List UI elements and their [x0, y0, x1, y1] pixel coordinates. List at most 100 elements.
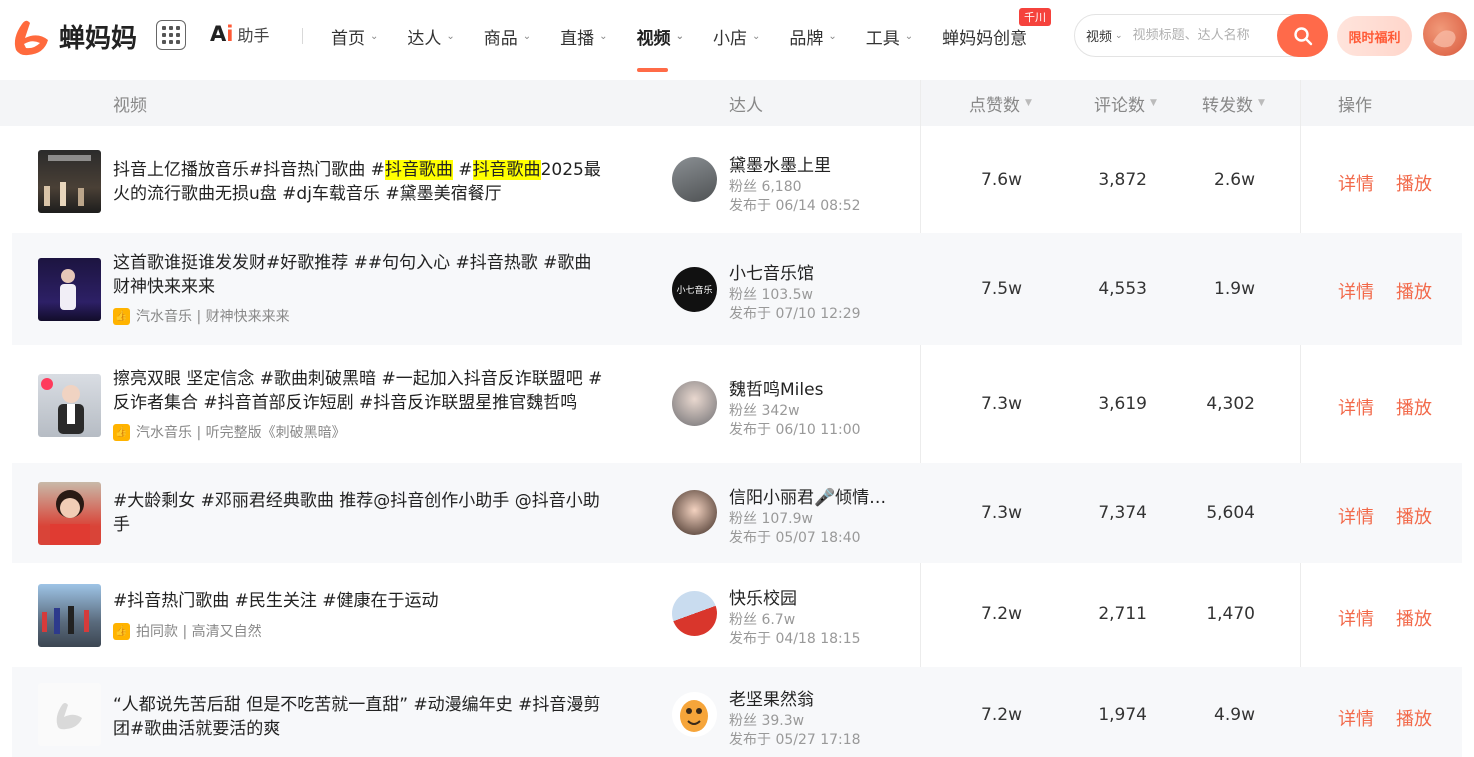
table-header: 视频 达人 点赞数 ▼ 评论数 ▼ 转发数 ▼ 操作 [0, 80, 1474, 126]
comments-count: 2,711 [1098, 604, 1147, 624]
kol-name[interactable]: 信阳小丽君🎤倾情… [729, 483, 886, 508]
nav-creative[interactable]: 蝉妈妈创意 [942, 0, 1027, 72]
main-nav: 首页 ⌄ 达人 ⌄ 商品 ⌄ 直播 ⌄ 视频 ⌄ 小店 ⌄ 品牌 ⌄ 工具 ⌄ 蝉妈妈创意 [331, 0, 1056, 72]
music-tag[interactable]: 👍 拍同款 | 高清又自然 [113, 621, 262, 641]
search-type-select[interactable]: 视频 ⌄ [1086, 26, 1123, 45]
kol-avatar[interactable] [672, 157, 717, 202]
video-title[interactable]: 这首歌谁挺谁发发财#好歌推荐 ##句句入心 #抖音热歌 #歌曲财神快来来来 [113, 251, 603, 299]
music-tag[interactable]: 👍 汽水音乐 | 财神快来来来 [113, 306, 290, 326]
table-row: #抖音热门歌曲 #民生关注 #健康在于运动 👍 拍同款 | 高清又自然 快乐校园 … [12, 565, 1462, 665]
play-link[interactable]: 播放 [1396, 605, 1432, 631]
shares-count: 5,604 [1206, 503, 1255, 523]
kol-avatar[interactable] [672, 591, 717, 636]
video-title[interactable]: #大龄剩女 #邓丽君经典歌曲 推荐@抖音创作小助手 @抖音小助手 [113, 489, 603, 537]
play-link[interactable]: 播放 [1396, 705, 1432, 731]
thumbnail-image [44, 155, 91, 206]
detail-link[interactable]: 详情 [1338, 170, 1374, 196]
header-comments[interactable]: 评论数 ▼ [1094, 80, 1157, 126]
kol-name[interactable]: 快乐校园 [729, 584, 797, 609]
video-title[interactable]: 抖音上亿播放音乐#抖音热门歌曲 #抖音歌曲 #抖音歌曲2025最火的流行歌曲无损… [113, 158, 603, 206]
play-link[interactable]: 播放 [1396, 278, 1432, 304]
detail-link[interactable]: 详情 [1338, 394, 1374, 420]
thumbs-up-icon: 👍 [113, 307, 130, 325]
kol-name[interactable]: 小七音乐馆 [729, 259, 814, 284]
table-row: #大龄剩女 #邓丽君经典歌曲 推荐@抖音创作小助手 @抖音小助手 信阳小丽君🎤倾… [12, 463, 1462, 563]
detail-link[interactable]: 详情 [1338, 278, 1374, 304]
shares-count: 1,470 [1206, 604, 1255, 624]
kol-name[interactable]: 黛墨水墨上里 [729, 151, 831, 176]
brand-name: 蝉妈妈 [59, 23, 138, 54]
cicada-logo-icon [14, 20, 48, 55]
comments-count: 4,553 [1098, 279, 1147, 299]
nav-goods[interactable]: 商品 ⌄ [484, 0, 531, 72]
kol-fans: 粉丝 103.5w [729, 287, 813, 303]
kol-fans: 粉丝 6.7w [729, 612, 796, 628]
limited-offer-button[interactable]: 限时福利 [1337, 16, 1412, 56]
nav-video[interactable]: 视频 ⌄ [636, 0, 684, 72]
publish-time: 发布于 05/07 18:40 [729, 530, 861, 546]
thumbs-up-icon: 👍 [113, 622, 130, 640]
video-thumbnail[interactable] [38, 374, 101, 437]
kol-avatar[interactable] [672, 381, 717, 426]
nav-kol[interactable]: 达人 ⌄ [407, 0, 454, 72]
detail-link[interactable]: 详情 [1338, 705, 1374, 731]
sort-down-icon: ▼ [1150, 98, 1157, 108]
nav-shop[interactable]: 小店 ⌄ [713, 0, 760, 72]
avatar-text: 小七音乐 [676, 286, 713, 296]
video-thumbnail[interactable] [38, 258, 101, 321]
brand-logo[interactable]: 蝉妈妈 [8, 14, 140, 58]
likes-count: 7.5w [981, 279, 1022, 299]
play-link[interactable]: 播放 [1396, 394, 1432, 420]
kol-avatar[interactable] [672, 692, 717, 737]
video-thumbnail[interactable] [38, 584, 101, 647]
video-title[interactable]: 擦亮双眼 坚定信念 #歌曲刺破黑暗 #一起加入抖音反诈联盟吧 #反诈者集合 #抖… [113, 367, 603, 415]
kol-fans: 粉丝 39.3w [729, 713, 805, 729]
likes-count: 7.3w [981, 394, 1022, 414]
kol-name[interactable]: 老坚果然翁 [729, 685, 814, 710]
search-button[interactable] [1277, 14, 1328, 57]
search-input[interactable] [1132, 28, 1267, 43]
chevron-down-icon: ⌄ [446, 30, 455, 42]
search-icon [1293, 26, 1312, 45]
nav-live[interactable]: 直播 ⌄ [560, 0, 607, 72]
video-title[interactable]: “人都说先苦后甜 但是不吃苦就一直甜” #动漫编年史 #抖音漫剪团#歌曲活就要活… [113, 693, 603, 741]
play-link[interactable]: 播放 [1396, 170, 1432, 196]
likes-count: 7.6w [981, 170, 1022, 190]
chevron-down-icon: ⌄ [828, 30, 837, 42]
video-thumbnail[interactable] [38, 150, 101, 213]
header-shares[interactable]: 转发数 ▼ [1202, 80, 1265, 126]
chevron-down-icon: ⌄ [522, 30, 532, 42]
video-thumbnail-placeholder[interactable] [38, 683, 101, 746]
table-row: 这首歌谁挺谁发发财#好歌推荐 ##句句入心 #抖音热歌 #歌曲财神快来来来 👍 汽… [12, 233, 1462, 345]
ai-assistant-label: 助手 [237, 26, 270, 45]
nav-home[interactable]: 首页 ⌄ [331, 0, 378, 72]
music-tag[interactable]: 👍 汽水音乐 | 听完整版《刺破黑暗》 [113, 422, 346, 442]
apps-grid-icon[interactable] [156, 20, 186, 50]
header-ops: 操作 [1338, 95, 1372, 116]
play-link[interactable]: 播放 [1396, 503, 1432, 529]
shares-count: 1.9w [1214, 279, 1255, 299]
chevron-down-icon: ⌄ [675, 30, 684, 42]
nav-brand[interactable]: 品牌 ⌄ [789, 0, 836, 72]
publish-time: 发布于 06/14 08:52 [729, 198, 861, 214]
ai-assistant-button[interactable]: Ai 助手 [210, 22, 269, 46]
kol-name[interactable]: 魏哲鸣Miles [729, 375, 823, 400]
header-kol: 达人 [729, 95, 763, 116]
video-thumbnail[interactable] [38, 482, 101, 545]
nav-tools[interactable]: 工具 ⌄ [866, 0, 913, 72]
header-likes[interactable]: 点赞数 ▼ [969, 80, 1032, 126]
chevron-down-icon: ⌄ [751, 30, 761, 42]
comments-count: 1,974 [1098, 705, 1147, 725]
detail-link[interactable]: 详情 [1338, 605, 1374, 631]
chevron-down-icon: ⌄ [904, 30, 914, 42]
thumbnail-image [42, 606, 89, 634]
detail-link[interactable]: 详情 [1338, 503, 1374, 529]
kol-avatar[interactable]: 小七音乐 [672, 267, 717, 312]
video-title[interactable]: #抖音热门歌曲 #民生关注 #健康在于运动 [113, 589, 603, 613]
table-row: “人都说先苦后甜 但是不吃苦就一直甜” #动漫编年史 #抖音漫剪团#歌曲活就要活… [12, 667, 1462, 757]
ai-logo: Ai [210, 22, 234, 46]
user-avatar[interactable] [1423, 12, 1467, 56]
thumbnail-image [50, 490, 90, 545]
thumbnail-image [60, 269, 76, 310]
kol-avatar[interactable] [672, 490, 717, 535]
